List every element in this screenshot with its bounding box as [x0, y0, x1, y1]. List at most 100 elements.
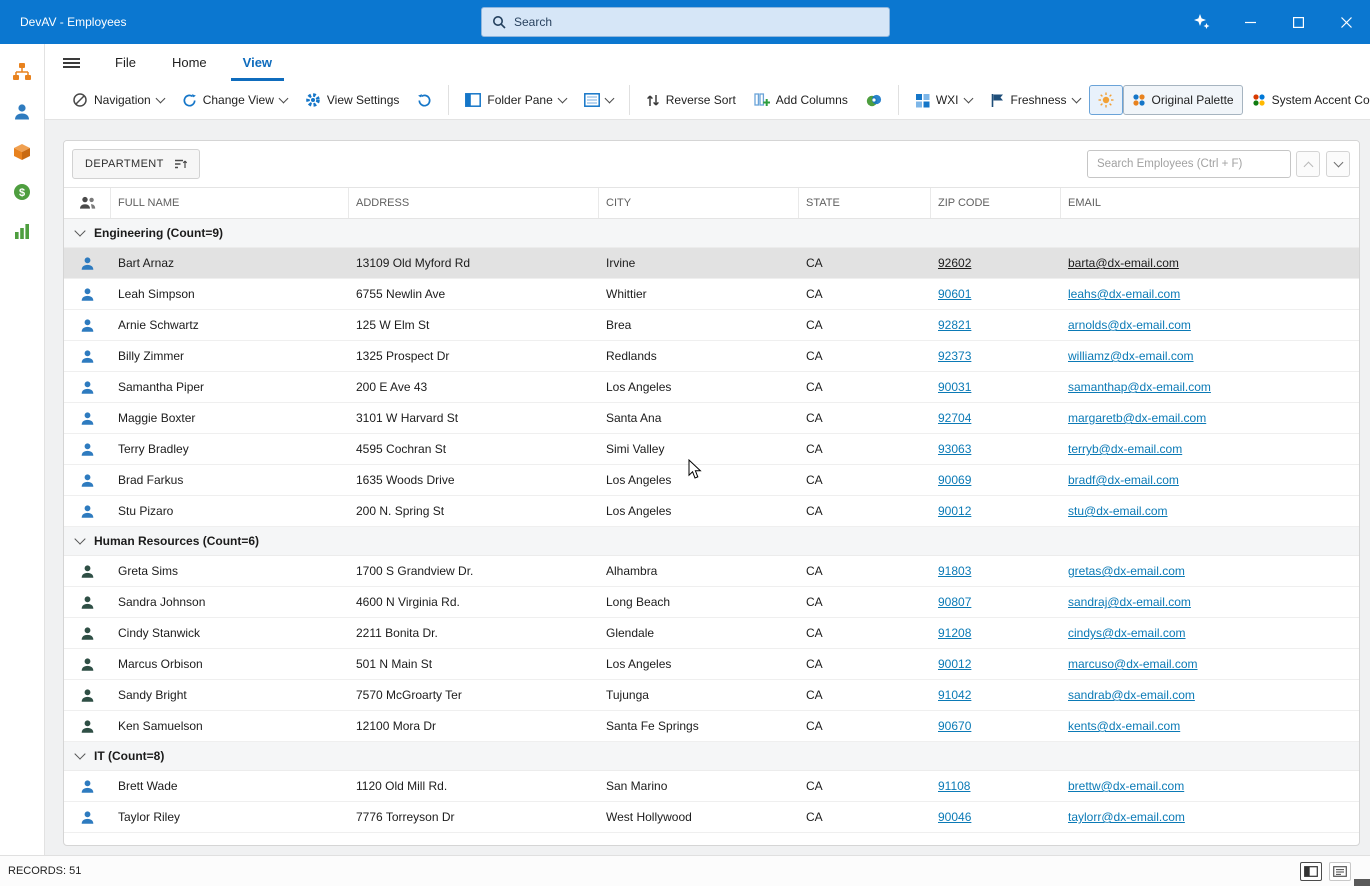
- table-row[interactable]: Sandra Johnson4600 N Virginia Rd.Long Be…: [64, 587, 1359, 618]
- zip-link[interactable]: 90031: [938, 380, 971, 394]
- light-theme-toggle-button[interactable]: [1089, 85, 1123, 115]
- group-by-department-button[interactable]: DEPARTMENT: [72, 149, 200, 179]
- column-header[interactable]: FULL NAME: [111, 188, 349, 218]
- conditional-formatting-button[interactable]: [857, 85, 891, 115]
- table-row[interactable]: Brett Wade1120 Old Mill Rd.San MarinoCA9…: [64, 771, 1359, 802]
- zip-link[interactable]: 92821: [938, 318, 971, 332]
- zip-link[interactable]: 90012: [938, 657, 971, 671]
- sidebar-item-analysis[interactable]: [5, 215, 39, 248]
- change-view-button[interactable]: Change View: [173, 85, 296, 115]
- table-row[interactable]: Cindy Stanwick2211 Bonita Dr.GlendaleCA9…: [64, 618, 1359, 649]
- zip-link[interactable]: 90601: [938, 287, 971, 301]
- folder-pane-button[interactable]: Folder Pane: [456, 85, 574, 115]
- reading-pane-button[interactable]: [575, 85, 622, 115]
- table-row[interactable]: Marcus Orbison501 N Main StLos AngelesCA…: [64, 649, 1359, 680]
- minimize-button[interactable]: [1226, 0, 1274, 44]
- collapse-chevron-icon[interactable]: [74, 533, 85, 544]
- zip-link[interactable]: 92373: [938, 349, 971, 363]
- sidebar-item-sales[interactable]: $: [5, 175, 39, 208]
- zip-link[interactable]: 93063: [938, 442, 971, 456]
- copilot-sparkle-button[interactable]: [1178, 0, 1226, 44]
- zip-link[interactable]: 90012: [938, 504, 971, 518]
- column-header[interactable]: ADDRESS: [349, 188, 599, 218]
- email-link[interactable]: leahs@dx-email.com: [1068, 287, 1180, 301]
- maximize-button[interactable]: [1274, 0, 1322, 44]
- table-row[interactable]: Terry Bradley4595 Cochran StSimi ValleyC…: [64, 434, 1359, 465]
- column-header[interactable]: STATE: [799, 188, 931, 218]
- zip-link[interactable]: 92602: [938, 256, 971, 270]
- close-button[interactable]: [1322, 0, 1370, 44]
- zip-link[interactable]: 90069: [938, 473, 971, 487]
- navigation-button[interactable]: Navigation: [63, 85, 173, 115]
- group-row[interactable]: Human Resources (Count=6): [64, 527, 1359, 556]
- email-link[interactable]: cindys@dx-email.com: [1068, 626, 1186, 640]
- tab-view[interactable]: View: [231, 44, 284, 81]
- table-row[interactable]: Taylor Riley7776 Torreyson DrWest Hollyw…: [64, 802, 1359, 833]
- grid-view-toggle-button[interactable]: [1300, 862, 1322, 881]
- email-link[interactable]: arnolds@dx-email.com: [1068, 318, 1191, 332]
- horizontal-scrollbar-thumb[interactable]: [1354, 879, 1370, 886]
- sidebar-item-customers[interactable]: [5, 95, 39, 128]
- table-row[interactable]: Greta Sims1700 S Grandview Dr.AlhambraCA…: [64, 556, 1359, 587]
- table-row[interactable]: Samantha Piper200 E Ave 43Los AngelesCA9…: [64, 372, 1359, 403]
- zip-link[interactable]: 90670: [938, 719, 971, 733]
- table-row[interactable]: Brad Farkus1635 Woods DriveLos AngelesCA…: [64, 465, 1359, 496]
- zip-link[interactable]: 91042: [938, 688, 971, 702]
- email-link[interactable]: brettw@dx-email.com: [1068, 779, 1184, 793]
- email-link[interactable]: kents@dx-email.com: [1068, 719, 1180, 733]
- table-row[interactable]: Stu Pizaro200 N. Spring StLos AngelesCA9…: [64, 496, 1359, 527]
- reverse-sort-button[interactable]: Reverse Sort: [637, 85, 745, 115]
- table-row[interactable]: Sandy Bright7570 McGroarty TerTujungaCA9…: [64, 680, 1359, 711]
- search-input[interactable]: [514, 15, 879, 29]
- email-link[interactable]: williamz@dx-email.com: [1068, 349, 1194, 363]
- table-row[interactable]: Maggie Boxter3101 W Harvard StSanta AnaC…: [64, 403, 1359, 434]
- email-link[interactable]: marcuso@dx-email.com: [1068, 657, 1198, 671]
- table-row[interactable]: Bart Arnaz13109 Old Myford RdIrvineCA926…: [64, 248, 1359, 279]
- table-row[interactable]: Leah Simpson6755 Newlin AveWhittierCA906…: [64, 279, 1359, 310]
- zip-link[interactable]: 90046: [938, 810, 971, 824]
- table-row[interactable]: Arnie Schwartz125 W Elm StBreaCA92821arn…: [64, 310, 1359, 341]
- previous-match-button[interactable]: [1296, 151, 1320, 177]
- email-link[interactable]: terryb@dx-email.com: [1068, 442, 1182, 456]
- group-row[interactable]: Engineering (Count=9): [64, 219, 1359, 248]
- email-link[interactable]: barta@dx-email.com: [1068, 256, 1179, 270]
- email-link[interactable]: bradf@dx-email.com: [1068, 473, 1179, 487]
- email-link[interactable]: samanthap@dx-email.com: [1068, 380, 1211, 394]
- collapse-chevron-icon[interactable]: [74, 748, 85, 759]
- column-header[interactable]: EMAIL: [1061, 188, 1359, 218]
- employee-search-input[interactable]: [1087, 150, 1291, 178]
- hamburger-menu-button[interactable]: [45, 44, 97, 81]
- email-link[interactable]: sandraj@dx-email.com: [1068, 595, 1191, 609]
- email-link[interactable]: gretas@dx-email.com: [1068, 564, 1185, 578]
- email-link[interactable]: sandrab@dx-email.com: [1068, 688, 1195, 702]
- original-palette-button[interactable]: Original Palette: [1123, 85, 1243, 115]
- add-columns-button[interactable]: Add Columns: [745, 85, 857, 115]
- zip-link[interactable]: 91208: [938, 626, 971, 640]
- sidebar-item-products[interactable]: [5, 135, 39, 168]
- people-column-header[interactable]: [64, 188, 111, 218]
- table-row[interactable]: Billy Zimmer1325 Prospect DrRedlandsCA92…: [64, 341, 1359, 372]
- zip-link[interactable]: 92704: [938, 411, 971, 425]
- freshness-palette-button[interactable]: Freshness: [981, 85, 1089, 115]
- view-settings-button[interactable]: View Settings: [296, 85, 409, 115]
- tab-file[interactable]: File: [103, 44, 148, 81]
- collapse-chevron-icon[interactable]: [74, 225, 85, 236]
- email-link[interactable]: stu@dx-email.com: [1068, 504, 1168, 518]
- column-header[interactable]: CITY: [599, 188, 799, 218]
- table-row[interactable]: Ken Samuelson12100 Mora DrSanta Fe Sprin…: [64, 711, 1359, 742]
- email-link[interactable]: margaretb@dx-email.com: [1068, 411, 1206, 425]
- titlebar-search[interactable]: [481, 7, 890, 37]
- column-header[interactable]: ZIP CODE: [931, 188, 1061, 218]
- email-link[interactable]: taylorr@dx-email.com: [1068, 810, 1185, 824]
- group-row[interactable]: IT (Count=8): [64, 742, 1359, 771]
- system-accent-color-button[interactable]: System Accent Color: [1243, 85, 1370, 115]
- next-match-button[interactable]: [1326, 151, 1350, 177]
- card-view-toggle-button[interactable]: [1329, 862, 1351, 881]
- tab-home[interactable]: Home: [160, 44, 219, 81]
- zip-link[interactable]: 90807: [938, 595, 971, 609]
- reset-view-button[interactable]: [408, 85, 441, 115]
- wxi-skin-button[interactable]: WXI: [906, 85, 981, 115]
- zip-link[interactable]: 91108: [938, 779, 970, 793]
- sidebar-item-employees[interactable]: [5, 55, 39, 88]
- zip-link[interactable]: 91803: [938, 564, 971, 578]
